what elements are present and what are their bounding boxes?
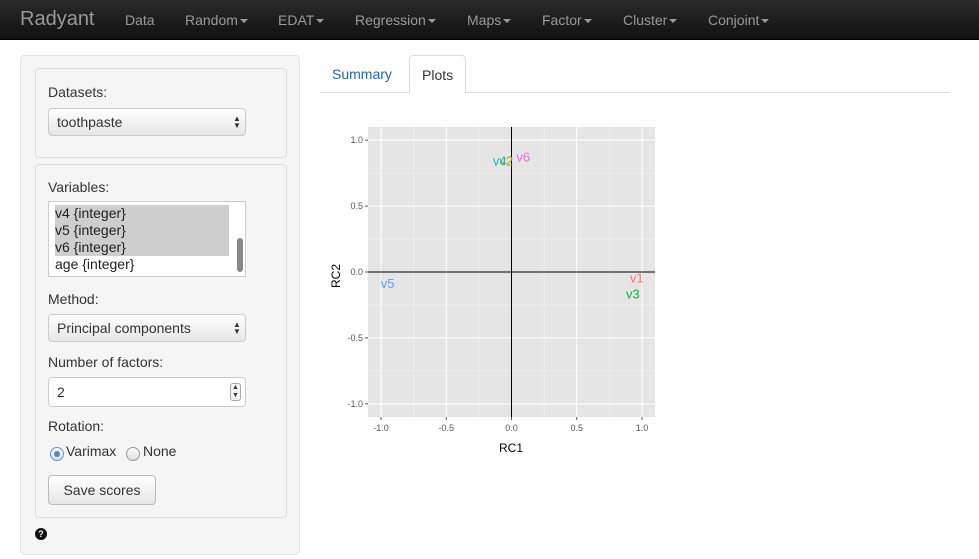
chevron-down-icon <box>503 19 512 24</box>
y-tick-label: 1.0 <box>350 135 363 145</box>
y-tick-label: -0.5 <box>347 333 363 343</box>
options-well: Variables: v4 {integer} v5 {integer} v6 … <box>35 164 287 518</box>
num-factors-value: 2 <box>57 384 65 400</box>
top-navbar: Radyant Data Random EDAT Regression Maps… <box>0 0 979 40</box>
method-select-value: Principal components <box>57 320 191 336</box>
num-factors-input[interactable]: 2 ▲ ▼ <box>48 377 246 407</box>
chevron-down-icon <box>316 19 325 24</box>
y-tick-label: -1.0 <box>347 399 363 409</box>
x-tick-label: -0.5 <box>439 423 455 433</box>
x-tick-labels: -1.0 -0.5 0.0 0.5 1.0 <box>373 417 648 433</box>
y-tick-label: 0.5 <box>350 201 363 211</box>
num-factors-label: Number of factors: <box>48 354 164 370</box>
nav-random-label: Random <box>185 12 238 28</box>
chevron-down-icon <box>761 19 770 24</box>
nav-factor[interactable]: Factor <box>542 12 592 28</box>
nav-maps-label: Maps <box>467 12 502 28</box>
variable-option[interactable]: v6 {integer} <box>55 239 229 256</box>
tab-plots[interactable]: Plots <box>409 55 467 94</box>
point-label-v1: v1 <box>630 271 644 286</box>
listbox-scrollbar[interactable] <box>237 206 243 274</box>
sidebar-panel: Datasets: toothpaste ▲ ▼ Variables: v4 {i… <box>20 55 300 555</box>
factor-loadings-plot: v1v2v3v4v5v6 -1.0 -0.5 0.0 0.5 1.0 1.00.50.0… <box>329 127 655 455</box>
variable-option[interactable]: v5 {integer} <box>55 222 229 239</box>
nav-conjoint-label: Conjoint <box>708 12 760 28</box>
x-tick-label: 0.5 <box>570 423 583 433</box>
nav-cluster[interactable]: Cluster <box>623 12 678 28</box>
nav-maps[interactable]: Maps <box>467 12 512 28</box>
variables-listbox[interactable]: v4 {integer} v5 {integer} v6 {integer} a… <box>48 201 246 277</box>
nav-data-label: Data <box>125 12 155 28</box>
spinner-icon[interactable]: ▲ ▼ <box>230 383 241 401</box>
variable-option[interactable]: v4 {integer} <box>55 205 229 222</box>
question-circle-icon[interactable]: ? <box>35 528 47 540</box>
dataset-select-value: toothpaste <box>57 114 123 130</box>
nav-random[interactable]: Random <box>185 12 248 28</box>
app-brand[interactable]: Radyant <box>20 8 95 31</box>
nav-conjoint[interactable]: Conjoint <box>708 12 770 28</box>
nav-edat-label: EDAT <box>278 12 315 28</box>
nav-regression[interactable]: Regression <box>355 12 436 28</box>
nav-cluster-label: Cluster <box>623 12 668 28</box>
x-tick-label: -1.0 <box>373 423 389 433</box>
nav-regression-label: Regression <box>355 12 426 28</box>
datasets-label: Datasets: <box>48 84 108 100</box>
rotation-label: Rotation: <box>48 418 105 434</box>
x-tick-label: 0.0 <box>505 423 518 433</box>
x-tick-label: 1.0 <box>636 423 649 433</box>
chevron-down-icon <box>583 19 592 24</box>
dataset-select[interactable]: toothpaste ▲ ▼ <box>48 108 246 136</box>
radio-varimax[interactable] <box>50 447 64 461</box>
variables-label: Variables: <box>48 179 110 195</box>
point-label-v5: v5 <box>381 276 395 291</box>
method-label: Method: <box>48 291 99 307</box>
point-label-v4: v4 <box>493 153 507 168</box>
radio-none-label[interactable]: None <box>143 443 176 459</box>
chevron-down-icon <box>669 19 678 24</box>
radio-varimax-label[interactable]: Varimax <box>66 443 116 459</box>
x-axis-label: RC1 <box>499 441 523 455</box>
scrollbar-thumb[interactable] <box>237 238 243 272</box>
updown-arrows-icon: ▲ ▼ <box>233 114 241 130</box>
datasets-well: Datasets: toothpaste ▲ ▼ <box>35 68 287 158</box>
nav-data[interactable]: Data <box>125 12 155 28</box>
tab-summary[interactable]: Summary <box>320 55 404 93</box>
save-scores-button[interactable]: Save scores <box>48 475 156 505</box>
y-axis-label: RC2 <box>329 264 343 288</box>
chevron-down-icon <box>427 19 436 24</box>
radio-none[interactable] <box>126 447 140 461</box>
point-label-v3: v3 <box>626 286 640 301</box>
nav-factor-label: Factor <box>542 12 582 28</box>
chevron-down-icon <box>239 19 248 24</box>
tab-bar: Summary Plots <box>320 55 950 94</box>
nav-edat[interactable]: EDAT <box>278 12 325 28</box>
variable-option[interactable]: age {integer} <box>55 256 134 273</box>
y-tick-labels: 1.0 0.5 0.0 -0.5 -1.0 <box>347 135 368 409</box>
updown-arrows-icon: ▲ ▼ <box>233 320 241 336</box>
y-tick-label: 0.0 <box>350 267 363 277</box>
method-select[interactable]: Principal components ▲ ▼ <box>48 314 246 342</box>
point-label-v6: v6 <box>516 149 530 164</box>
